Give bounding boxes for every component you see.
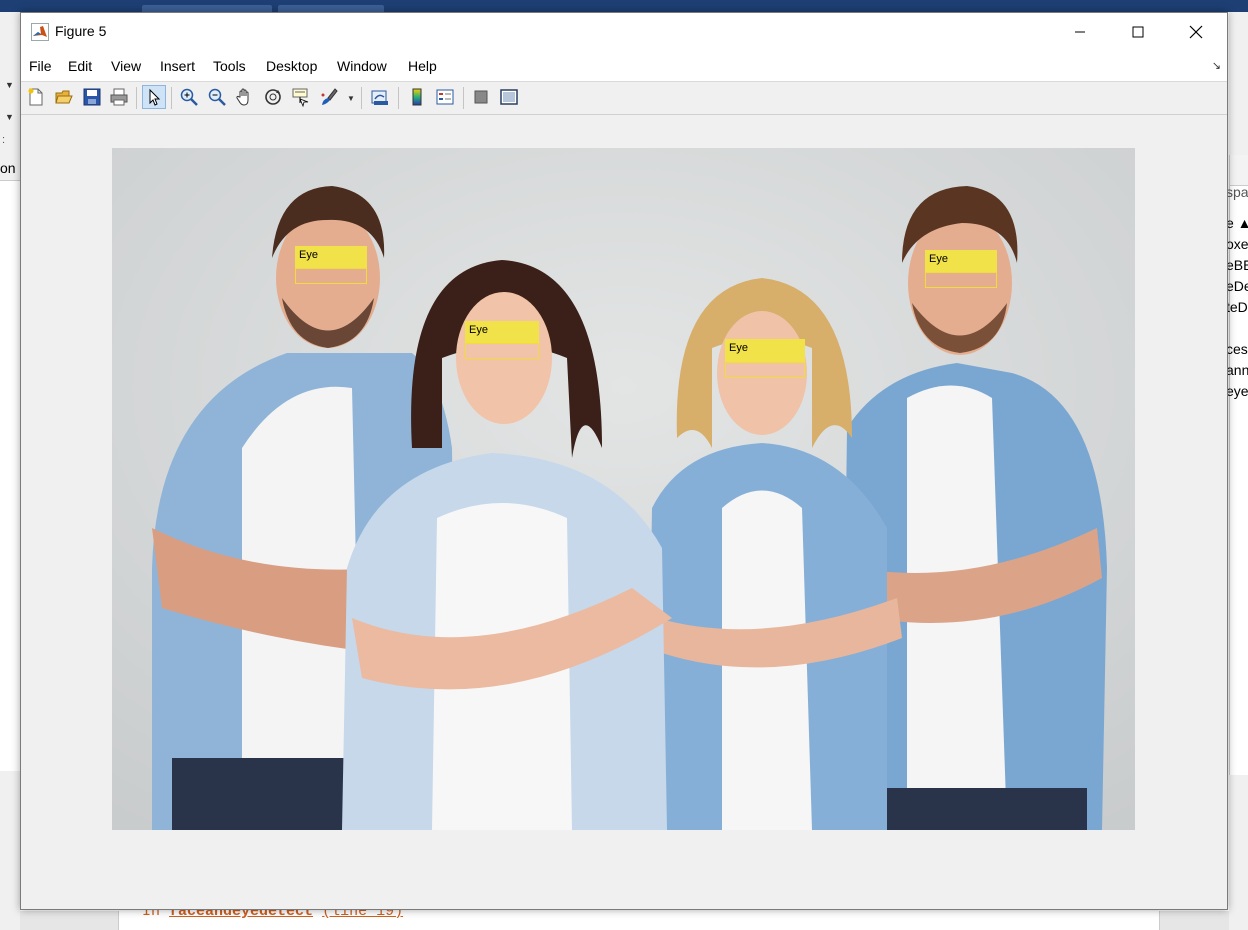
- workspace-variable-name[interactable]: eye: [1226, 383, 1248, 399]
- insert-legend-icon[interactable]: [433, 85, 457, 109]
- desktop-left-content: [0, 180, 20, 771]
- menu-insert[interactable]: Insert: [160, 58, 195, 74]
- eye-bounding-rectangle: [925, 272, 997, 288]
- expand-arrow-icon[interactable]: ▼: [5, 80, 14, 90]
- workspace-variable-name[interactable]: e ▲: [1226, 215, 1248, 231]
- maximize-icon: [1132, 26, 1144, 38]
- menu-tools[interactable]: Tools: [213, 58, 246, 74]
- save-icon[interactable]: [80, 85, 104, 109]
- zoom-in-icon[interactable]: [177, 85, 201, 109]
- workspace-variable-name[interactable]: oxe: [1226, 236, 1248, 252]
- eye-detection-label: Eye: [465, 321, 539, 343]
- eye-detection-box: Eye: [925, 250, 997, 288]
- rotate-3d-icon[interactable]: [261, 85, 285, 109]
- eye-bounding-rectangle: [725, 362, 805, 378]
- desktop-tab[interactable]: [278, 5, 384, 12]
- desktop-left-label: on: [0, 160, 16, 176]
- workspace-variable-name[interactable]: teD: [1226, 299, 1248, 315]
- eye-detection-label: Eye: [725, 339, 805, 362]
- workspace-variable-name[interactable]: eDe: [1226, 278, 1248, 294]
- desktop-left-mark: :: [2, 134, 6, 146]
- insert-colorbar-icon[interactable]: [405, 85, 429, 109]
- pan-hand-icon[interactable]: [233, 85, 257, 109]
- eye-detection-label: Eye: [295, 246, 367, 268]
- link-plot-icon[interactable]: [368, 85, 392, 109]
- window-title: Figure 5: [55, 23, 107, 39]
- matlab-logo-icon: [31, 23, 49, 41]
- open-file-icon[interactable]: [52, 85, 76, 109]
- image-axes[interactable]: Eye Eye Eye Eye: [112, 148, 1135, 830]
- eye-detection-box: Eye: [465, 321, 539, 359]
- maximize-button[interactable]: [1109, 13, 1167, 51]
- menu-help[interactable]: Help: [408, 58, 437, 74]
- workspace-variable-name[interactable]: ann: [1226, 362, 1248, 378]
- brush-options-caret-icon[interactable]: ▼: [347, 94, 355, 103]
- workspace-variable-name[interactable]: eBE: [1226, 257, 1248, 273]
- figure-window: Figure 5 File Edit View Insert Tools Des…: [20, 12, 1228, 910]
- expand-arrow-icon[interactable]: ▼: [5, 112, 14, 122]
- figure-toolbar: ▼: [21, 82, 1227, 115]
- dock-figure-icon[interactable]: ↘: [1212, 59, 1221, 72]
- close-icon: [1189, 25, 1203, 39]
- menu-bar: File Edit View Insert Tools Desktop Wind…: [21, 51, 1227, 82]
- minimize-icon: [1075, 31, 1085, 33]
- workspace-variable-name[interactable]: ces: [1226, 341, 1248, 357]
- menu-window[interactable]: Window: [337, 58, 387, 74]
- eye-bounding-rectangle: [465, 343, 539, 359]
- hide-plot-tools-icon[interactable]: [469, 85, 493, 109]
- eye-detection-box: Eye: [725, 339, 805, 378]
- menu-view[interactable]: View: [111, 58, 141, 74]
- eye-bounding-rectangle: [295, 268, 367, 284]
- new-figure-icon[interactable]: [24, 85, 48, 109]
- minimize-button[interactable]: [1051, 13, 1109, 51]
- print-icon[interactable]: [107, 85, 131, 109]
- brush-icon[interactable]: [317, 85, 341, 109]
- workspace-header: spa: [1226, 184, 1248, 200]
- menu-file[interactable]: File: [29, 58, 52, 74]
- show-plot-tools-icon[interactable]: [497, 85, 521, 109]
- data-cursor-icon[interactable]: [289, 85, 313, 109]
- title-bar[interactable]: Figure 5: [21, 13, 1227, 51]
- menu-desktop[interactable]: Desktop: [266, 58, 317, 74]
- eye-detection-label: Eye: [925, 250, 997, 272]
- close-button[interactable]: [1167, 13, 1225, 51]
- eye-detection-box: Eye: [295, 246, 367, 284]
- desktop-tab[interactable]: [142, 5, 272, 12]
- menu-edit[interactable]: Edit: [68, 58, 92, 74]
- zoom-out-icon[interactable]: [205, 85, 229, 109]
- edit-plot-pointer-icon[interactable]: [142, 85, 166, 109]
